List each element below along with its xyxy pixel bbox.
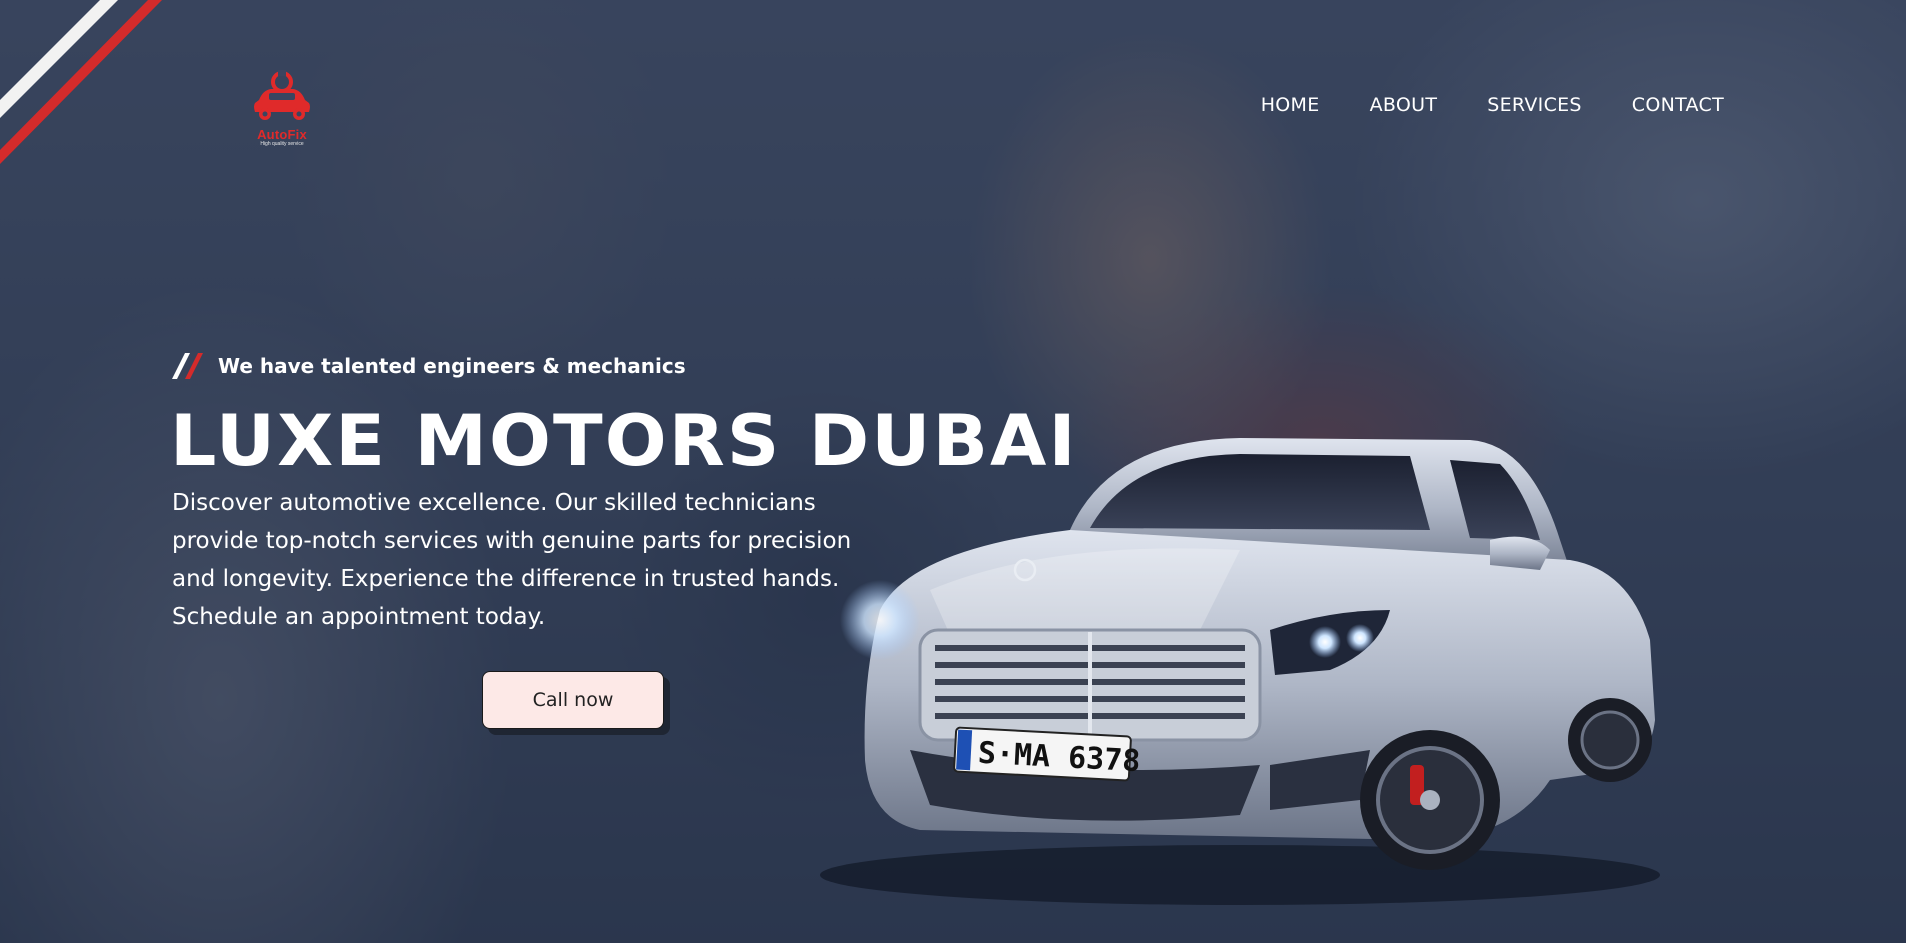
main-nav: HOME ABOUT SERVICES CONTACT	[1261, 94, 1724, 116]
hero-tagline: We have talented engineers & mechanics	[172, 353, 686, 379]
brand-logo[interactable]: AutoFix High quality service	[246, 70, 318, 156]
hero-description: Discover automotive excellence. Our skil…	[172, 490, 852, 630]
hero-section: AutoFix High quality service HOME ABOUT …	[0, 0, 1906, 943]
brand-name: AutoFix	[257, 127, 307, 142]
car-image: S·MA 6378	[820, 438, 1660, 905]
double-slash-icon	[172, 353, 203, 379]
nav-item-contact[interactable]: CONTACT	[1632, 94, 1724, 116]
car-wrench-icon	[254, 70, 310, 120]
nav-item-services[interactable]: SERVICES	[1487, 94, 1582, 116]
nav-item-home[interactable]: HOME	[1261, 94, 1320, 116]
hero-tagline-text: We have talented engineers & mechanics	[218, 354, 686, 378]
call-now-button[interactable]: Call now	[482, 671, 664, 729]
nav-item-about[interactable]: ABOUT	[1370, 94, 1438, 116]
